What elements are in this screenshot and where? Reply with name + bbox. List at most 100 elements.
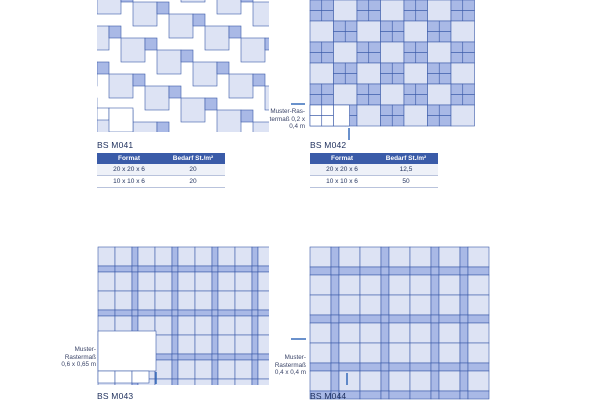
large-tile [114, 271, 133, 292]
large-tile [97, 290, 116, 311]
small-tile [459, 342, 469, 364]
small-tile [330, 342, 340, 364]
large-tile [0, 194, 13, 218]
small-tile [462, 83, 475, 95]
large-tile [234, 334, 253, 355]
large-tile [409, 274, 432, 296]
small-tile [253, 194, 265, 206]
large-tile [309, 370, 332, 392]
small-tile [49, 86, 61, 98]
large-tile [204, 25, 230, 51]
large-tile [234, 315, 253, 336]
small-tile [391, 62, 405, 74]
small-tile [380, 322, 390, 344]
large-tile [177, 290, 196, 311]
small-tile [168, 85, 182, 99]
large-tile [265, 206, 289, 230]
small-tile [450, 10, 464, 22]
large-tile [427, 83, 452, 106]
large-tile [217, 246, 236, 267]
small-tile [427, 73, 440, 85]
small-tile [356, 10, 370, 22]
small-tile [333, 62, 346, 74]
large-tile [145, 206, 169, 230]
small-tile [177, 353, 196, 361]
raster-tile [131, 370, 150, 384]
large-tile [177, 246, 196, 267]
small-tile [403, 94, 417, 106]
small-tile [309, 83, 323, 95]
small-tile [252, 73, 266, 87]
cell-bedarf: 50 [374, 175, 438, 188]
small-tile [171, 271, 179, 292]
small-tile [217, 353, 236, 361]
small-tile [229, 146, 241, 158]
large-tile [438, 342, 461, 364]
small-tile [356, 83, 370, 95]
table-row: 20 x 20 x 6 12,5 [310, 164, 438, 176]
small-tile [391, 115, 405, 127]
small-tile [330, 294, 340, 316]
large-tile [194, 271, 213, 292]
large-tile [467, 274, 490, 296]
small-tile [211, 334, 219, 355]
small-tile [37, 2, 49, 14]
large-tile [338, 370, 361, 392]
small-tile [459, 274, 469, 296]
small-tile [380, 362, 390, 372]
large-tile [192, 61, 218, 87]
small-tile [430, 314, 440, 324]
small-tile [427, 31, 440, 43]
small-tile [333, 31, 346, 43]
small-tile [217, 265, 236, 273]
large-tile [467, 246, 490, 268]
small-tile [368, 52, 381, 64]
small-tile [180, 49, 194, 63]
small-tile [430, 370, 440, 392]
large-tile [380, 0, 405, 22]
large-tile [177, 378, 196, 385]
large-tile [228, 73, 254, 99]
large-tile [13, 2, 37, 26]
note-line: 0,6 x 0,65 m [61, 361, 96, 368]
large-tile [37, 170, 61, 194]
small-tile [330, 266, 340, 276]
cell-bedarf: 20 [161, 175, 225, 188]
small-tile [403, 0, 417, 11]
small-tile [467, 314, 490, 324]
small-tile [380, 31, 393, 43]
small-tile [13, 194, 25, 206]
small-tile [131, 271, 139, 292]
small-tile [430, 266, 440, 276]
small-tile [234, 309, 253, 317]
small-tile [462, 10, 475, 22]
large-tile [359, 370, 382, 392]
small-tile [380, 390, 390, 400]
small-tile [309, 314, 332, 324]
small-tile [459, 266, 469, 276]
small-tile [204, 97, 218, 111]
large-tile [168, 13, 194, 39]
small-tile [427, 104, 440, 116]
small-tile [380, 115, 393, 127]
small-tile [356, 94, 370, 106]
small-tile [177, 265, 196, 273]
large-tile [409, 322, 432, 344]
large-tile [467, 342, 490, 364]
small-tile [438, 62, 452, 74]
small-tile [344, 62, 358, 74]
small-tile [409, 266, 432, 276]
small-tile [133, 194, 145, 206]
small-tile [156, 1, 170, 15]
small-tile [438, 73, 452, 85]
large-tile [438, 274, 461, 296]
note-line: Muster-Ras- [270, 108, 305, 115]
small-tile [459, 246, 469, 268]
large-tile [154, 315, 173, 336]
small-tile [73, 14, 85, 26]
large-tile [309, 342, 332, 364]
small-tile [257, 309, 269, 317]
cell-format: 10 x 10 x 6 [310, 175, 374, 188]
small-tile [409, 314, 432, 324]
small-tile [234, 265, 253, 273]
